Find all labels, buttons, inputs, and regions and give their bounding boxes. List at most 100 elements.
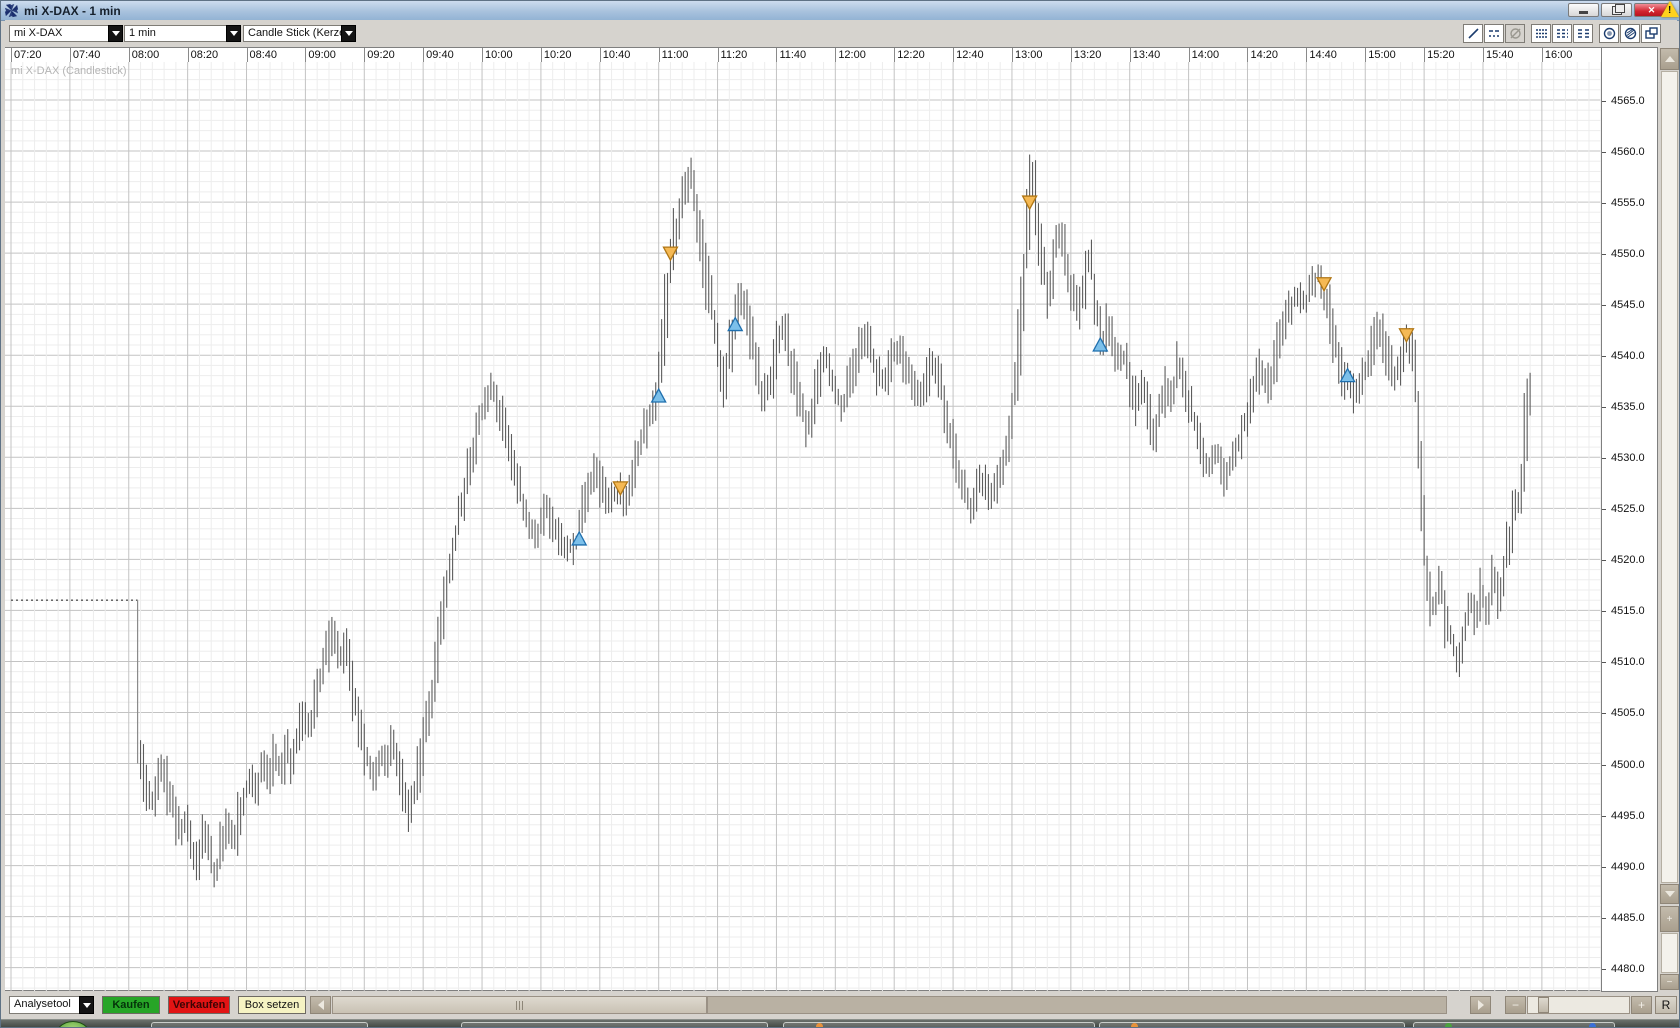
time-axis-tick bbox=[1129, 48, 1131, 62]
charttype-select[interactable]: Candle Stick (Kerzen bbox=[243, 25, 356, 42]
taskbar-item[interactable] bbox=[461, 1022, 768, 1027]
minimize-button[interactable] bbox=[1568, 3, 1599, 17]
trade-markers bbox=[571, 195, 1415, 546]
toolbar-icon-group bbox=[1462, 24, 1661, 43]
taskbar-item[interactable] bbox=[1099, 1022, 1405, 1027]
time-axis-label: 12:00 bbox=[838, 49, 866, 61]
price-axis-label: 4520.0 bbox=[1611, 554, 1645, 567]
indicator-lines-button[interactable] bbox=[1484, 24, 1504, 43]
grid-medium-button[interactable] bbox=[1552, 24, 1572, 43]
horizontal-zoom-in-button[interactable]: + bbox=[1631, 996, 1652, 1014]
circle-dotted-button[interactable] bbox=[1599, 24, 1619, 43]
horizontal-scroll-thumb[interactable] bbox=[332, 996, 707, 1014]
grid-sparse-button[interactable] bbox=[1573, 24, 1593, 43]
chart-plot-area[interactable]: mi X-DAX (Candlestick) bbox=[5, 62, 1602, 991]
price-axis-label: 4515.0 bbox=[1611, 605, 1645, 618]
horizontal-zoom-out-button[interactable]: − bbox=[1505, 996, 1526, 1014]
buy-button[interactable]: Kaufen bbox=[102, 996, 160, 1014]
interval-select[interactable]: 1 min bbox=[124, 25, 241, 42]
symbol-select[interactable]: mi X-DAX bbox=[9, 25, 123, 42]
price-axis-tick bbox=[1602, 509, 1606, 511]
vertical-zoom-track[interactable] bbox=[1661, 933, 1678, 973]
time-axis-tick bbox=[894, 48, 896, 62]
time-axis-label: 07:40 bbox=[72, 49, 101, 61]
scroll-left-button[interactable] bbox=[310, 996, 331, 1014]
time-axis: 07:20 07:40 08:00 08:20 08:40 09:00 09:20 09:40… bbox=[5, 47, 1601, 63]
time-axis-label: 12:40 bbox=[956, 49, 984, 61]
price-axis-label: 4555.0 bbox=[1611, 197, 1645, 210]
reset-button[interactable]: R bbox=[1655, 996, 1677, 1014]
time-axis-tick bbox=[1424, 48, 1426, 62]
chevron-down-icon[interactable] bbox=[79, 996, 94, 1014]
symbol-select-value[interactable]: mi X-DAX bbox=[9, 25, 108, 42]
price-axis: 4565.0 4560.0 4555.0 4550.0 4545.0 4540.0 4535… bbox=[1601, 47, 1658, 992]
price-axis-label: 4545.0 bbox=[1611, 299, 1645, 312]
analysetool-select[interactable]: Analysetool bbox=[9, 996, 94, 1014]
grid-sparse-icon bbox=[1577, 29, 1589, 38]
analysetool-select-value[interactable]: Analysetool bbox=[9, 996, 79, 1014]
time-axis-tick bbox=[1247, 48, 1249, 62]
scroll-up-button[interactable] bbox=[1660, 48, 1679, 70]
scroll-down-button[interactable] bbox=[1660, 884, 1679, 904]
vertical-scrollbar: + − bbox=[1660, 47, 1679, 992]
warning-triangle-icon: ! bbox=[1661, 1, 1679, 17]
title-bar[interactable]: mi X-DAX - 1 min ✕ ! bbox=[1, 1, 1679, 21]
time-axis-label: 09:00 bbox=[308, 49, 336, 61]
chevron-down-icon[interactable] bbox=[341, 25, 356, 42]
circle-hatched-button[interactable] bbox=[1620, 24, 1640, 43]
sell-marker bbox=[1315, 277, 1333, 293]
bottom-toolbar: Analysetool Kaufen Verkaufen Box setzen … bbox=[5, 993, 1677, 1017]
crossed-circle-icon bbox=[1509, 28, 1521, 39]
restore-button[interactable] bbox=[1601, 3, 1632, 17]
grid-dense-button[interactable] bbox=[1531, 24, 1551, 43]
price-axis-label: 4505.0 bbox=[1611, 707, 1645, 720]
price-axis-label: 4485.0 bbox=[1611, 911, 1645, 924]
time-axis-tick bbox=[1011, 48, 1013, 62]
minimize-icon bbox=[1579, 11, 1588, 14]
horizontal-zoom-track[interactable] bbox=[1527, 996, 1630, 1014]
time-axis-label: 12:20 bbox=[897, 49, 925, 61]
close-button[interactable]: ✕ ! bbox=[1634, 1, 1679, 17]
line-tool-button[interactable] bbox=[1463, 24, 1483, 43]
horizontal-zoom-thumb[interactable] bbox=[1538, 997, 1549, 1013]
interval-select-value[interactable]: 1 min bbox=[124, 25, 226, 42]
price-axis-tick bbox=[1602, 305, 1606, 307]
horizontal-scroll-track[interactable] bbox=[707, 996, 1447, 1014]
sell-button[interactable]: Verkaufen bbox=[168, 996, 230, 1014]
vertical-scroll-track[interactable] bbox=[1661, 71, 1678, 883]
taskbar-item[interactable] bbox=[1413, 1022, 1615, 1027]
price-axis-tick bbox=[1602, 152, 1606, 154]
time-axis-label: 13:00 bbox=[1014, 49, 1043, 61]
start-button[interactable] bbox=[53, 1021, 93, 1027]
time-axis-tick bbox=[717, 48, 719, 62]
price-axis-tick bbox=[1602, 815, 1606, 817]
cascade-windows-button[interactable] bbox=[1641, 24, 1661, 43]
time-axis-tick bbox=[305, 48, 307, 62]
charttype-select-value[interactable]: Candle Stick (Kerzen bbox=[243, 25, 341, 42]
price-axis-tick bbox=[1602, 866, 1606, 868]
taskbar-item[interactable] bbox=[783, 1022, 1095, 1027]
price-axis-label: 4550.0 bbox=[1611, 248, 1645, 261]
arrow-down-icon bbox=[1664, 891, 1675, 897]
app-logo-icon bbox=[4, 3, 19, 18]
time-axis-tick bbox=[658, 48, 660, 62]
set-box-button[interactable]: Box setzen bbox=[238, 996, 306, 1014]
chevron-down-icon[interactable] bbox=[226, 25, 241, 42]
time-axis-label: 09:20 bbox=[367, 49, 395, 61]
time-axis-label: 14:40 bbox=[1309, 49, 1337, 61]
window-title: mi X-DAX - 1 min bbox=[24, 3, 121, 18]
scroll-right-button[interactable] bbox=[1470, 996, 1491, 1014]
chevron-down-icon[interactable] bbox=[108, 25, 123, 42]
time-axis-tick bbox=[364, 48, 366, 62]
price-axis-tick bbox=[1602, 203, 1606, 205]
price-axis-tick bbox=[1602, 458, 1606, 460]
taskbar-item[interactable] bbox=[151, 1022, 368, 1027]
circle-dotted-icon bbox=[1603, 27, 1615, 40]
windows-taskbar[interactable] bbox=[1, 1019, 1679, 1027]
vertical-zoom-out-button[interactable]: − bbox=[1660, 974, 1679, 990]
app-window: mi X-DAX - 1 min ✕ ! mi X-DAX 1 min Cand… bbox=[0, 0, 1680, 1028]
price-axis-label: 4535.0 bbox=[1611, 401, 1645, 414]
vertical-zoom-in-button[interactable]: + bbox=[1660, 906, 1679, 932]
time-axis-tick bbox=[1541, 48, 1543, 62]
candlestick-chart[interactable] bbox=[5, 62, 1602, 991]
